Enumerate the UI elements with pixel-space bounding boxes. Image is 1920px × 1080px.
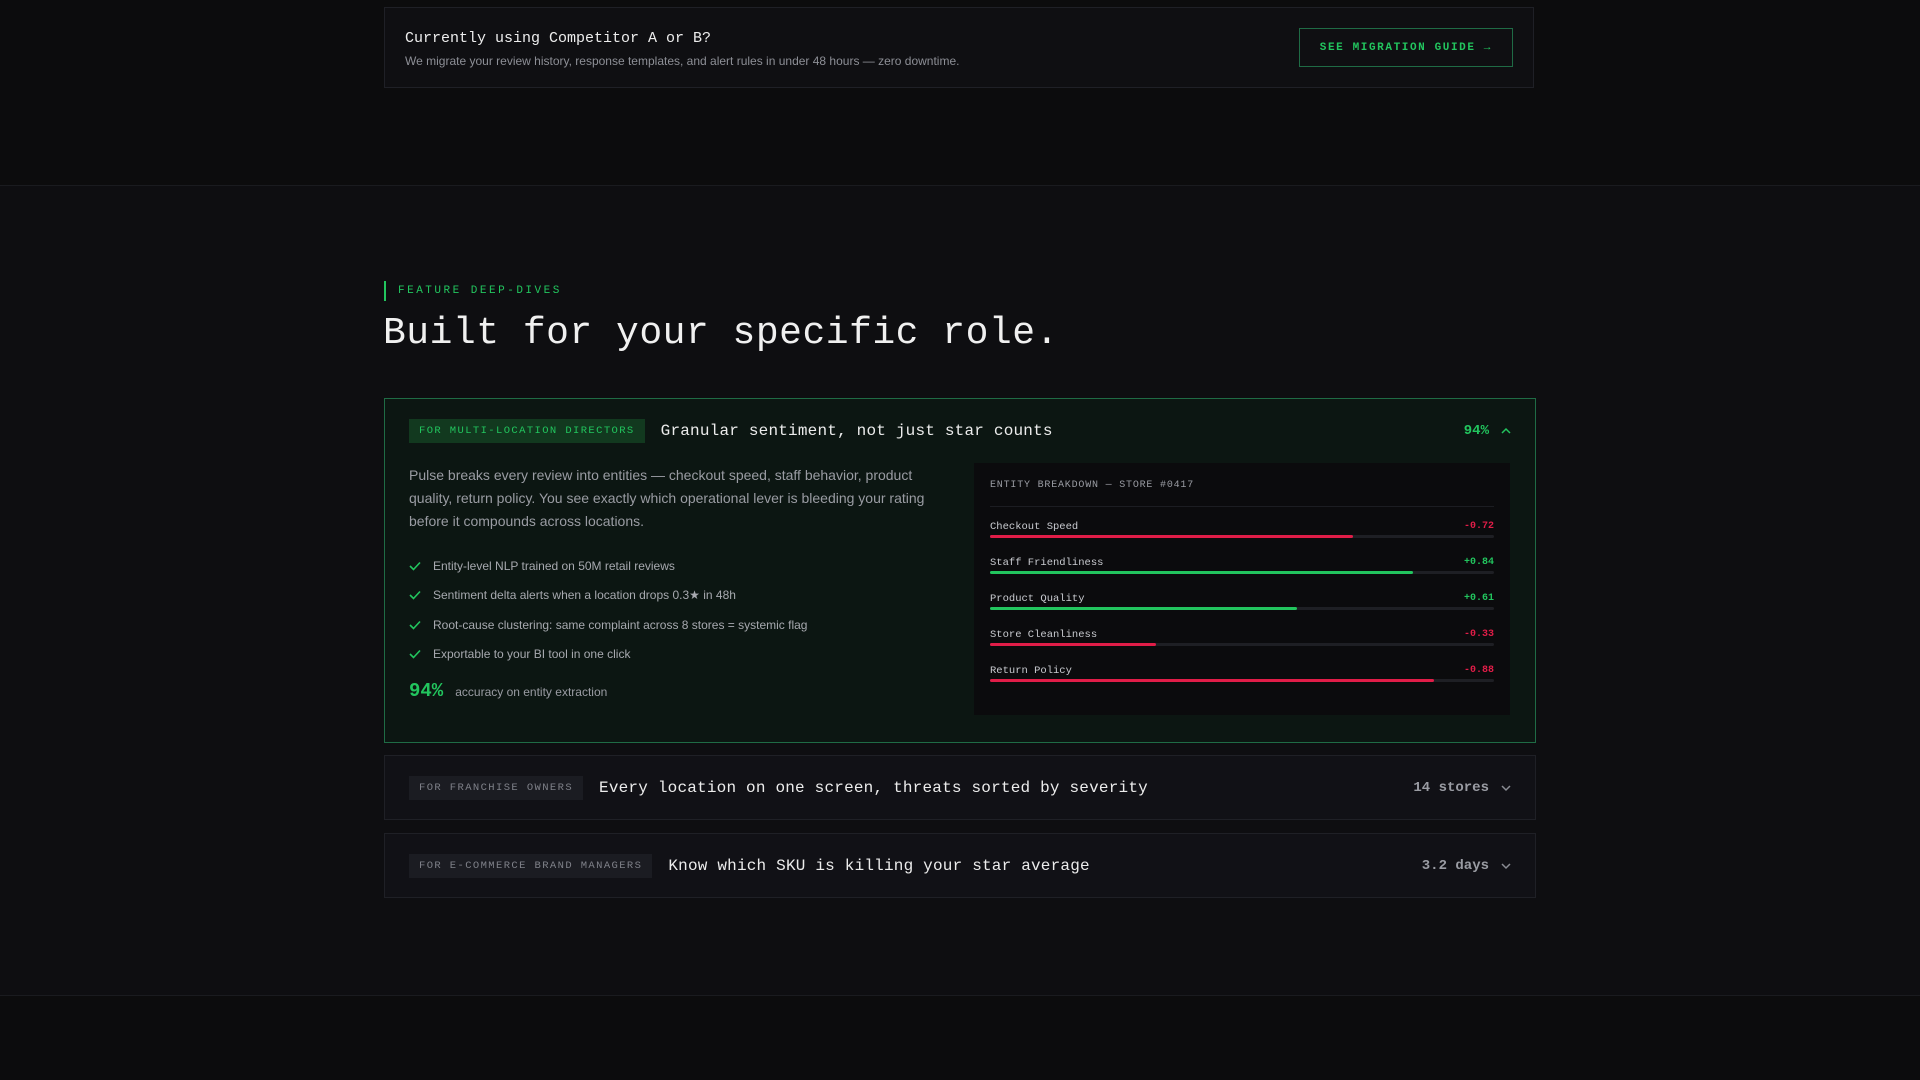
- card-header-franchise[interactable]: FOR FRANCHISE OWNERS Every location on o…: [409, 756, 1511, 820]
- entity-row: Staff Friendliness +0.84: [990, 557, 1494, 585]
- entity-bar-fill: [990, 535, 1353, 538]
- migration-banner: Currently using Competitor A or B? We mi…: [384, 7, 1534, 88]
- stat-value: 94%: [409, 680, 444, 702]
- entity-score: -0.88: [1463, 665, 1494, 676]
- card-metric: 94%: [1463, 423, 1489, 439]
- migration-description: We migrate your review history, response…: [405, 54, 960, 68]
- panel-title: ENTITY BREAKDOWN — STORE #0417: [990, 480, 1195, 491]
- feature-list: Entity-level NLP trained on 50M retail r…: [409, 551, 949, 669]
- card-title: Know which SKU is killing your star aver…: [668, 857, 1090, 875]
- feature-card-directors: FOR MULTI-LOCATION DIRECTORS Granular se…: [384, 398, 1536, 743]
- check-icon: [409, 561, 423, 571]
- chevron-down-icon[interactable]: [1501, 861, 1511, 871]
- card-header-directors[interactable]: FOR MULTI-LOCATION DIRECTORS Granular se…: [409, 399, 1511, 463]
- feature-item: Sentiment delta alerts when a location d…: [409, 581, 949, 611]
- feature-text: Entity-level NLP trained on 50M retail r…: [433, 558, 675, 573]
- panel-divider: [990, 506, 1494, 507]
- entity-score: +0.84: [1463, 557, 1494, 568]
- entity-name: Return Policy: [990, 665, 1072, 677]
- section-divider-bottom: [0, 995, 1920, 996]
- check-icon: [409, 649, 423, 659]
- card-metric: 14 stores: [1413, 780, 1489, 796]
- card-title: Every location on one screen, threats so…: [599, 779, 1148, 797]
- card-tag: FOR FRANCHISE OWNERS: [409, 776, 584, 800]
- entity-breakdown-panel: ENTITY BREAKDOWN — STORE #0417 Checkout …: [974, 463, 1510, 715]
- entity-bar-track: [990, 535, 1494, 538]
- entity-bar-track: [990, 679, 1494, 682]
- entity-name: Product Quality: [990, 593, 1085, 605]
- feature-text: Exportable to your BI tool in one click: [433, 647, 631, 662]
- card-tag: FOR MULTI-LOCATION DIRECTORS: [409, 419, 645, 443]
- migration-title: Currently using Competitor A or B?: [405, 30, 712, 47]
- section-heading: Built for your specific role.: [383, 312, 1059, 355]
- section-eyebrow: FEATURE DEEP-DIVES: [384, 281, 562, 301]
- feature-item: Root-cause clustering: same complaint ac…: [409, 610, 949, 640]
- entity-bar-fill: [990, 679, 1434, 682]
- chevron-down-icon[interactable]: [1501, 783, 1511, 793]
- entity-name: Store Cleanliness: [990, 629, 1098, 641]
- feature-card-franchise: FOR FRANCHISE OWNERS Every location on o…: [384, 755, 1536, 820]
- entity-score: -0.33: [1463, 629, 1494, 640]
- entity-row: Checkout Speed -0.72: [990, 521, 1494, 549]
- feature-text: Sentiment delta alerts when a location d…: [433, 588, 736, 603]
- entity-bar-fill: [990, 643, 1157, 646]
- accuracy-stat: 94% accuracy on entity extraction: [409, 680, 607, 702]
- stat-label: accuracy on entity extraction: [455, 685, 608, 699]
- entity-score: +0.61: [1463, 593, 1494, 604]
- card-title: Granular sentiment, not just star counts: [660, 422, 1053, 440]
- entity-bar-track: [990, 571, 1494, 574]
- check-icon: [409, 620, 423, 630]
- feature-item: Entity-level NLP trained on 50M retail r…: [409, 551, 949, 581]
- check-icon: [409, 590, 423, 600]
- feature-text: Root-cause clustering: same complaint ac…: [433, 617, 808, 632]
- card-metric: 3.2 days: [1421, 858, 1489, 874]
- card-header-ecommerce[interactable]: FOR E-COMMERCE BRAND MANAGERS Know which…: [409, 834, 1511, 898]
- card-description: Pulse breaks every review into entities …: [409, 467, 925, 529]
- entity-bar-fill: [990, 571, 1414, 574]
- entity-bar-track: [990, 643, 1494, 646]
- entity-name: Staff Friendliness: [990, 557, 1104, 569]
- feature-item: Exportable to your BI tool in one click: [409, 640, 949, 670]
- entity-bar-fill: [990, 607, 1298, 610]
- entity-row: Product Quality +0.61: [990, 593, 1494, 621]
- entity-score: -0.72: [1463, 521, 1494, 532]
- migration-guide-button[interactable]: SEE MIGRATION GUIDE →: [1298, 28, 1513, 67]
- feature-card-ecommerce: FOR E-COMMERCE BRAND MANAGERS Know which…: [384, 833, 1536, 898]
- entity-row: Store Cleanliness -0.33: [990, 629, 1494, 657]
- card-tag: FOR E-COMMERCE BRAND MANAGERS: [409, 854, 653, 878]
- entity-row: Return Policy -0.88: [990, 665, 1494, 693]
- chevron-up-icon[interactable]: [1501, 426, 1511, 436]
- entity-name: Checkout Speed: [990, 521, 1079, 533]
- entity-bar-track: [990, 607, 1494, 610]
